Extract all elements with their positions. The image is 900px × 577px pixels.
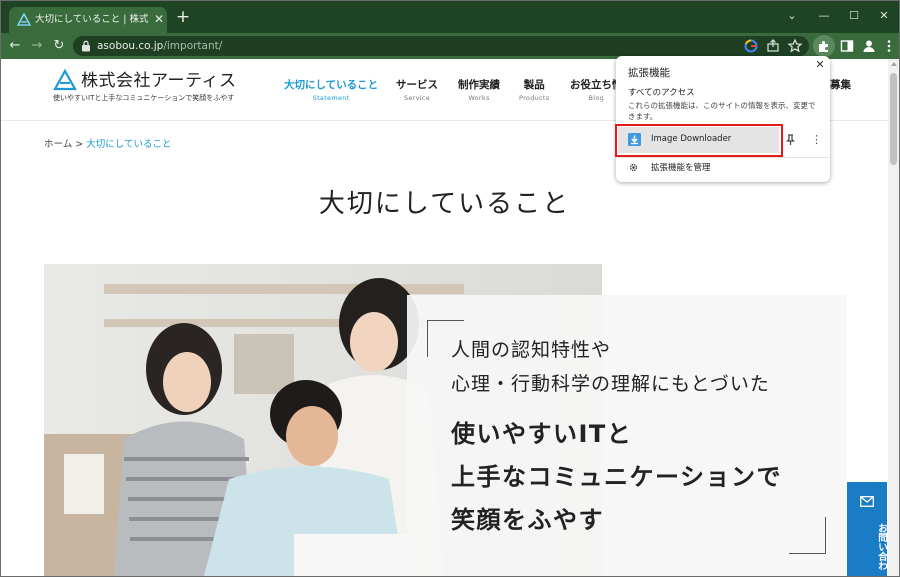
page-scrollbar[interactable] [888,59,899,576]
tab-strip: 大切にしていること | 株式会社アーティス ✕ + ⌄ — ☐ ✕ [1,1,899,33]
address-bar[interactable]: asobou.co.jp/important/ [73,36,809,56]
nav-sublabel: Works [468,94,490,102]
bracket-decoration [789,517,826,554]
tab-close-icon[interactable]: ✕ [152,12,166,26]
new-tab-button[interactable]: + [175,9,191,26]
nav-label: 製品 [523,79,545,91]
nav-statement[interactable]: 大切にしていること Statement [284,79,378,103]
share-icon[interactable] [765,38,781,54]
bookmark-star-icon[interactable] [787,38,803,54]
nav-label: お役立ち情 [570,79,623,91]
lock-icon[interactable] [81,40,91,52]
nav-label: 制作実績 [458,79,500,91]
nav-label: 大切にしていること [284,79,379,91]
nav-sublabel: Service [403,94,431,102]
extension-name: Image Downloader [651,134,732,144]
download-icon [628,133,641,146]
page-title: 大切にしていること [318,189,571,219]
close-window-button[interactable]: ✕ [875,8,893,24]
message-line: 上手なコミュニケーションで [451,463,783,491]
nav-works[interactable]: 制作実績 Works [458,79,500,103]
breadcrumb-separator: > [75,139,84,150]
browser-window: 大切にしていること | 株式会社アーティス ✕ + ⌄ — ☐ ✕ ← → ↻ … [0,0,900,577]
nav-sublabel: Products [519,94,550,102]
nav-products[interactable]: 製品 Products [519,79,549,103]
popup-divider [616,157,830,158]
message-line: 心理・行動科学の理解にもとづいた [451,373,770,395]
nav-blog[interactable]: お役立ち情 Blog [570,79,623,103]
address-url[interactable]: asobou.co.jp/important/ [97,39,222,53]
url-path: /important/ [163,40,223,52]
message-panel: 人間の認知特性や 心理・行動科学の理解にもとづいた 使いやすいITと 上手なコミ… [407,295,847,576]
extensions-popup: 拡張機能 ✕ すべてのアクセス これらの拡張機能は、このサイトの情報を表示、変更… [615,56,830,182]
side-panel-icon[interactable] [839,38,855,54]
breadcrumb-home[interactable]: ホーム [44,139,72,150]
profile-avatar-icon[interactable] [861,38,877,54]
nav-sublabel: Blog [588,94,605,102]
tab-title: 大切にしていること | 株式会社アーティス [35,14,149,25]
nav-sublabel: Statement [312,94,350,102]
pin-icon[interactable] [784,133,797,146]
contact-button[interactable]: お問い合わ [847,482,887,576]
tab-search-icon[interactable]: ⌄ [783,8,801,24]
nav-label: サービス [396,79,438,91]
breadcrumb: ホーム > 大切にしていること [44,139,171,151]
manage-extensions-label: 拡張機能を管理 [651,163,711,173]
browser-tab[interactable]: 大切にしていること | 株式会社アーティス ✕ [9,7,167,33]
popup-title: 拡張機能 [628,67,670,79]
logo-tagline: 使いやすいITと上手なコミュニケーションで笑顔をふやす [53,94,235,102]
back-button[interactable]: ← [7,38,23,54]
mail-icon [860,496,874,507]
more-options-icon[interactable]: ⋮ [811,133,822,146]
popup-description: これらの拡張機能は、このサイトの情報を表示、変更できます。 [628,101,816,121]
maximize-button[interactable]: ☐ [845,8,863,24]
manage-extensions-item[interactable]: 拡張機能を管理 [616,159,830,179]
extension-item-image-downloader[interactable]: Image Downloader ⋮ [615,124,830,157]
minimize-button[interactable]: — [815,8,833,24]
google-lens-icon[interactable] [743,38,759,54]
breadcrumb-current: 大切にしていること [86,139,172,150]
popup-subheading: すべてのアクセス [628,88,695,98]
forward-button[interactable]: → [29,38,45,54]
reload-button[interactable]: ↻ [51,38,67,54]
puzzle-icon [819,41,828,52]
contact-label: お問い合わ [876,523,887,571]
close-icon[interactable]: ✕ [814,59,826,71]
message-line: 使いやすいITと [451,420,633,448]
browser-menu-icon[interactable] [881,38,897,54]
extensions-button[interactable] [813,35,835,57]
scroll-thumb[interactable] [890,73,897,165]
site-favicon-icon [17,13,31,26]
nav-service[interactable]: サービス Service [396,79,438,103]
logo-icon[interactable] [53,69,77,91]
message-line: 人間の認知特性や [451,339,612,361]
gear-icon [629,163,638,172]
logo-name[interactable]: 株式会社アーティス [81,71,236,91]
scroll-up-arrow-icon[interactable] [891,62,897,66]
message-line: 笑顔をふやす [451,506,604,534]
nav-recruit[interactable]: 募集 [830,79,851,92]
url-host: asobou.co.jp [97,40,164,52]
